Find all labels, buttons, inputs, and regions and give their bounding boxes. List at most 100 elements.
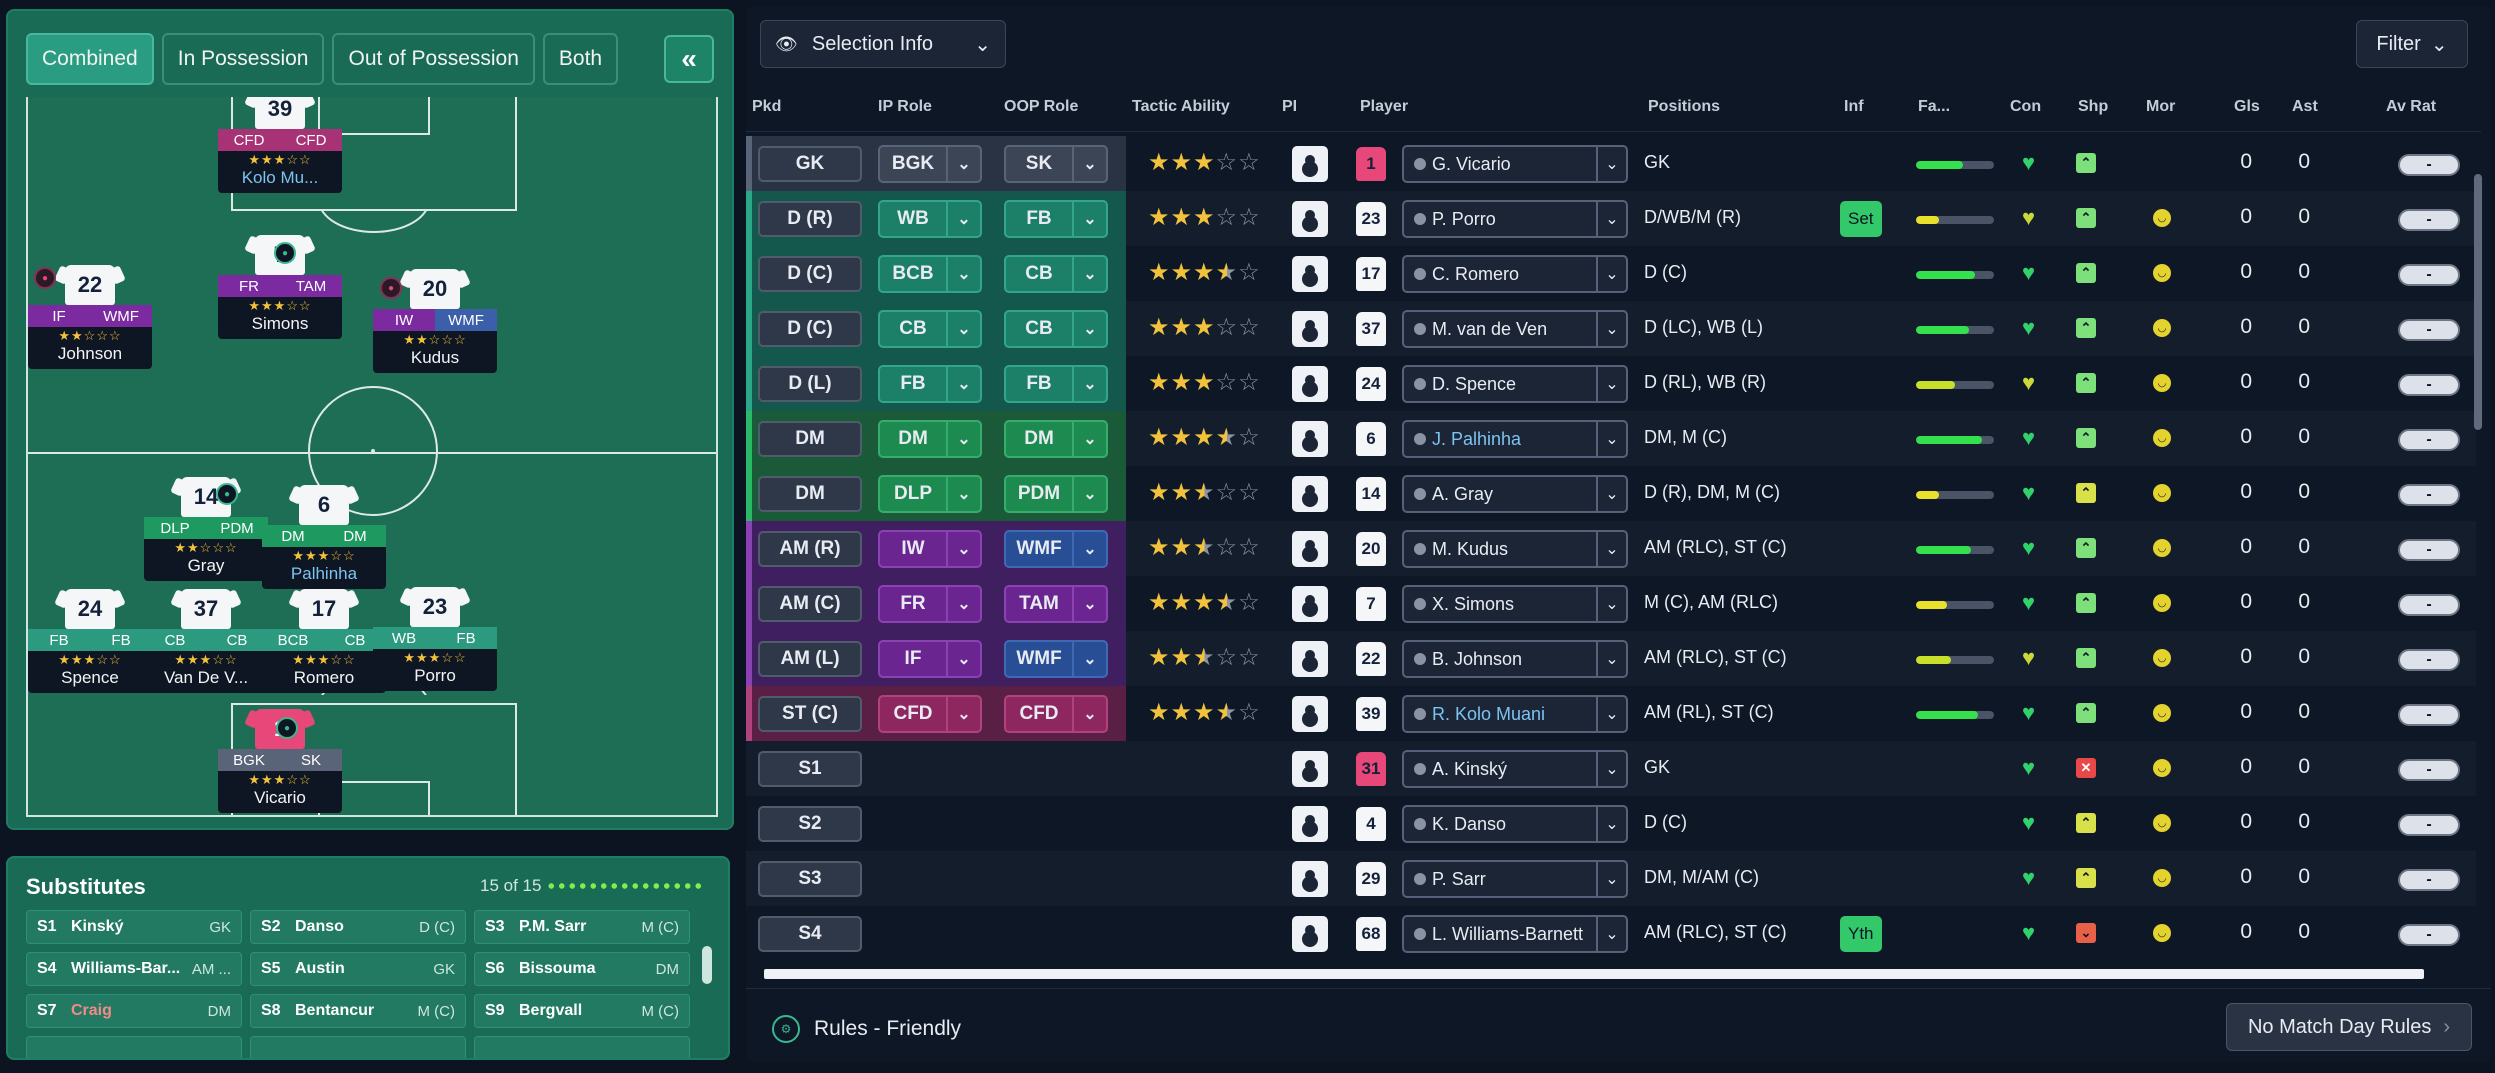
picked-position-button[interactable]: D (L) <box>758 366 862 402</box>
picked-position-button[interactable]: DM <box>758 476 862 512</box>
picked-position-button[interactable]: ST (C) <box>758 696 862 732</box>
player-instructions-button[interactable] <box>1292 366 1328 402</box>
player-dropdown-chevron[interactable]: ⌄ <box>1596 915 1628 953</box>
column-header-tactic-ability[interactable]: Tactic Ability <box>1132 98 1230 116</box>
column-header-gls[interactable]: Gls <box>2234 98 2260 116</box>
player-card[interactable]: 24 FB FB ★★★☆☆ Spence <box>28 589 152 693</box>
info-badge[interactable]: Yth <box>1840 916 1882 952</box>
substitute-item[interactable]: S3 P.M. Sarr M (C) <box>474 910 690 944</box>
substitute-item[interactable] <box>474 1036 690 1058</box>
oop-role-dropdown[interactable]: CFD ⌄ <box>1004 695 1108 733</box>
table-row[interactable]: GK BGK ⌄ SK ⌄ ★★★☆☆ 1 G. Vicario ⌄ GK ♥ ⌃ 0 0 - <box>746 136 2476 191</box>
substitute-item[interactable]: S4 Williams-Bar... AM ... <box>26 952 242 986</box>
ip-role-dropdown[interactable]: CFD ⌄ <box>878 695 982 733</box>
player-dropdown-chevron[interactable]: ⌄ <box>1596 585 1628 623</box>
player-dropdown-chevron[interactable]: ⌄ <box>1596 860 1628 898</box>
picked-position-button[interactable]: D (C) <box>758 311 862 347</box>
horizontal-scrollbar[interactable] <box>764 969 2424 979</box>
player-selector[interactable]: B. Johnson <box>1402 640 1598 678</box>
oop-role-dropdown[interactable]: DM ⌄ <box>1004 420 1108 458</box>
picked-position-button[interactable]: D (C) <box>758 256 862 292</box>
oop-role-dropdown[interactable]: TAM ⌄ <box>1004 585 1108 623</box>
table-row[interactable]: S3 29 P. Sarr ⌄ DM, M/AM (C) ♥ ⌃ ◡ 0 0 - <box>746 851 2476 906</box>
player-dropdown-chevron[interactable]: ⌄ <box>1596 255 1628 293</box>
player-selector[interactable]: L. Williams-Barnett <box>1402 915 1598 953</box>
oop-role-dropdown[interactable]: FB ⌄ <box>1004 200 1108 238</box>
picked-position-button[interactable]: GK <box>758 146 862 182</box>
column-header-shp[interactable]: Shp <box>2078 98 2108 116</box>
oop-role-dropdown[interactable]: SK ⌄ <box>1004 145 1108 183</box>
column-header-fa-[interactable]: Fa... <box>1918 98 1950 116</box>
substitute-item[interactable]: S8 Bentancur M (C) <box>250 994 466 1028</box>
table-row[interactable]: S2 4 K. Danso ⌄ D (C) ♥ ⌃ ◡ 0 0 - <box>746 796 2476 851</box>
substitute-item[interactable]: S9 Bergvall M (C) <box>474 994 690 1028</box>
player-dropdown-chevron[interactable]: ⌄ <box>1596 200 1628 238</box>
player-selector[interactable]: R. Kolo Muani <box>1402 695 1598 733</box>
collapse-panel-button[interactable]: « <box>664 35 714 83</box>
ip-role-dropdown[interactable]: BCB ⌄ <box>878 255 982 293</box>
rules-indicator[interactable]: ⚙ Rules - Friendly <box>772 1015 961 1043</box>
picked-position-button[interactable]: AM (R) <box>758 531 862 567</box>
player-card[interactable]: 17 BCB CB ★★★☆☆ Romero <box>262 589 386 693</box>
oop-role-dropdown[interactable]: WMF ⌄ <box>1004 640 1108 678</box>
picked-position-button[interactable]: AM (C) <box>758 586 862 622</box>
table-row[interactable]: S1 31 A. Kinský ⌄ GK ♥ ✕ ◡ 0 0 - <box>746 741 2476 796</box>
player-selector[interactable]: D. Spence <box>1402 365 1598 403</box>
player-selector[interactable]: K. Danso <box>1402 805 1598 843</box>
ip-role-dropdown[interactable]: WB ⌄ <box>878 200 982 238</box>
no-match-day-rules-button[interactable]: No Match Day Rules › <box>2226 1003 2472 1051</box>
table-row[interactable]: AM (L) IF ⌄ WMF ⌄ ★★★☆☆ 22 B. Johnson ⌄ AM (RLC),… <box>746 631 2476 686</box>
vertical-scrollbar[interactable] <box>2474 174 2482 430</box>
substitute-item[interactable]: S1 Kinský GK <box>26 910 242 944</box>
column-header-pkd[interactable]: Pkd <box>752 98 781 116</box>
player-selector[interactable]: A. Kinský <box>1402 750 1598 788</box>
player-card[interactable]: 14 DLP PDM ★★☆☆☆ Gray <box>144 477 268 581</box>
player-instructions-button[interactable] <box>1292 311 1328 347</box>
column-header-ast[interactable]: Ast <box>2292 98 2318 116</box>
substitute-item[interactable] <box>250 1036 466 1058</box>
player-instructions-button[interactable] <box>1292 696 1328 732</box>
ip-role-dropdown[interactable]: DM ⌄ <box>878 420 982 458</box>
column-header-av-rat[interactable]: Av Rat <box>2386 98 2436 116</box>
table-row[interactable]: ST (C) CFD ⌄ CFD ⌄ ★★★★☆ 39 R. Kolo Muani ⌄ AM (R… <box>746 686 2476 741</box>
table-row[interactable]: D (L) FB ⌄ FB ⌄ ★★★☆☆ 24 D. Spence ⌄ D (RL), WB (… <box>746 356 2476 411</box>
column-header-inf[interactable]: Inf <box>1844 98 1864 116</box>
table-row[interactable]: AM (C) FR ⌄ TAM ⌄ ★★★★☆ 7 X. Simons ⌄ M (C), AM (… <box>746 576 2476 631</box>
oop-role-dropdown[interactable]: CB ⌄ <box>1004 310 1108 348</box>
tab-in-possession[interactable]: In Possession <box>161 33 325 85</box>
player-instructions-button[interactable] <box>1292 476 1328 512</box>
player-instructions-button[interactable] <box>1292 146 1328 182</box>
picked-position-button[interactable]: S4 <box>758 916 862 952</box>
player-instructions-button[interactable] <box>1292 421 1328 457</box>
column-header-ip-role[interactable]: IP Role <box>878 98 932 116</box>
player-instructions-button[interactable] <box>1292 861 1328 897</box>
picked-position-button[interactable]: DM <box>758 421 862 457</box>
player-selector[interactable]: M. Kudus <box>1402 530 1598 568</box>
player-dropdown-chevron[interactable]: ⌄ <box>1596 365 1628 403</box>
player-selector[interactable]: A. Gray <box>1402 475 1598 513</box>
player-card[interactable]: 6 DM DM ★★★☆☆ Palhinha <box>262 485 386 589</box>
substitute-item[interactable]: S2 Danso D (C) <box>250 910 466 944</box>
ip-role-dropdown[interactable]: CB ⌄ <box>878 310 982 348</box>
substitute-item[interactable] <box>26 1036 242 1058</box>
player-card[interactable]: 23 WB FB ★★★☆☆ Porro <box>373 587 497 691</box>
table-row[interactable]: D (C) CB ⌄ CB ⌄ ★★★☆☆ 37 M. van de Ven ⌄ D (LC), … <box>746 301 2476 356</box>
player-dropdown-chevron[interactable]: ⌄ <box>1596 310 1628 348</box>
player-selector[interactable]: M. van de Ven <box>1402 310 1598 348</box>
oop-role-dropdown[interactable]: WMF ⌄ <box>1004 530 1108 568</box>
player-instructions-button[interactable] <box>1292 641 1328 677</box>
oop-role-dropdown[interactable]: CB ⌄ <box>1004 255 1108 293</box>
picked-position-button[interactable]: D (R) <box>758 201 862 237</box>
ip-role-dropdown[interactable]: IW ⌄ <box>878 530 982 568</box>
column-header-oop-role[interactable]: OOP Role <box>1004 98 1078 116</box>
column-header-con[interactable]: Con <box>2010 98 2041 116</box>
player-instructions-button[interactable] <box>1292 201 1328 237</box>
player-selector[interactable]: J. Palhinha <box>1402 420 1598 458</box>
table-row[interactable]: D (C) BCB ⌄ CB ⌄ ★★★★☆ 17 C. Romero ⌄ D (C) ♥ ⌃ ◡ 0 0 - <box>746 246 2476 301</box>
substitute-item[interactable]: S6 Bissouma DM <box>474 952 690 986</box>
ip-role-dropdown[interactable]: FB ⌄ <box>878 365 982 403</box>
table-row[interactable]: DM DLP ⌄ PDM ⌄ ★★★☆☆ 14 A. Gray ⌄ D (R), DM, M (C… <box>746 466 2476 521</box>
substitutes-scrollbar[interactable] <box>702 946 712 984</box>
player-selector[interactable]: P. Sarr <box>1402 860 1598 898</box>
player-instructions-button[interactable] <box>1292 586 1328 622</box>
